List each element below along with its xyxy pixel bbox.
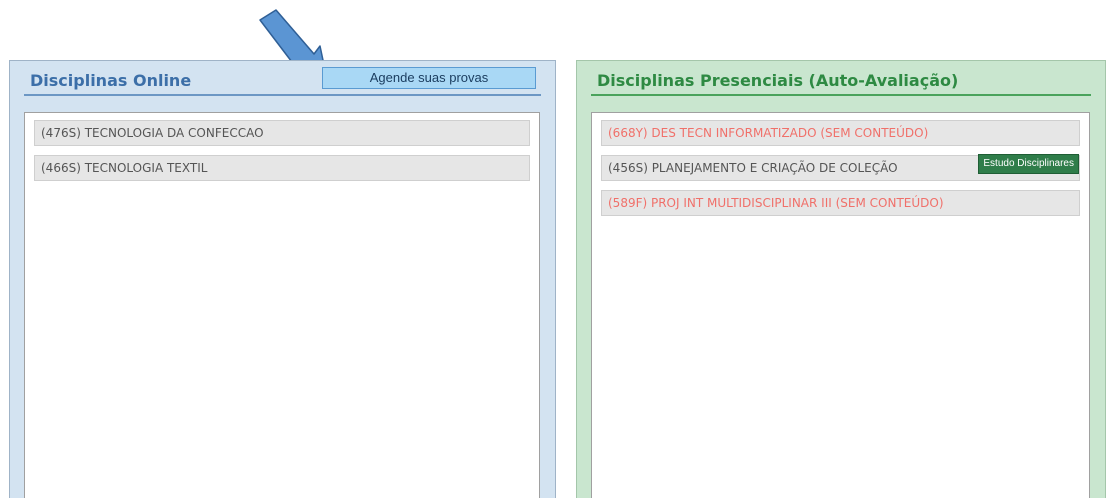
presencial-panel-title: Disciplinas Presenciais (Auto-Avaliação) xyxy=(597,71,959,90)
course-item[interactable]: (456S) PLANEJAMENTO E CRIAÇÃO DE COLEÇÃO… xyxy=(601,154,1080,181)
course-label: (668Y) DES TECN INFORMATIZADO (SEM CONTE… xyxy=(608,126,929,140)
course-label: (589F) PROJ INT MULTIDISCIPLINAR III (SE… xyxy=(608,196,944,210)
study-disciplines-badge[interactable]: Estudo Disciplinares xyxy=(978,154,1079,174)
online-panel-title: Disciplinas Online xyxy=(30,71,192,90)
presencial-course-list[interactable]: (668Y) DES TECN INFORMATIZADO (SEM CONTE… xyxy=(591,112,1090,498)
online-courses-panel: Disciplinas Online Agende suas provas (4… xyxy=(9,60,556,498)
course-item[interactable]: (589F) PROJ INT MULTIDISCIPLINAR III (SE… xyxy=(601,190,1080,216)
header-divider xyxy=(24,94,541,96)
schedule-exams-button[interactable]: Agende suas provas xyxy=(322,67,536,89)
course-item[interactable]: (466S) TECNOLOGIA TEXTIL xyxy=(34,155,530,181)
course-label: (456S) PLANEJAMENTO E CRIAÇÃO DE COLEÇÃO xyxy=(608,161,898,175)
online-course-list[interactable]: (476S) TECNOLOGIA DA CONFECCAO (466S) TE… xyxy=(24,112,540,498)
course-item[interactable]: (668Y) DES TECN INFORMATIZADO (SEM CONTE… xyxy=(601,120,1080,146)
presencial-panel-header: Disciplinas Presenciais (Auto-Avaliação) xyxy=(577,61,1105,97)
header-divider xyxy=(591,94,1091,96)
page: Disciplinas Online Agende suas provas (4… xyxy=(0,0,1106,498)
online-panel-header: Disciplinas Online Agende suas provas xyxy=(10,61,555,97)
course-item[interactable]: (476S) TECNOLOGIA DA CONFECCAO xyxy=(34,120,530,146)
presencial-courses-panel: Disciplinas Presenciais (Auto-Avaliação)… xyxy=(576,60,1106,498)
